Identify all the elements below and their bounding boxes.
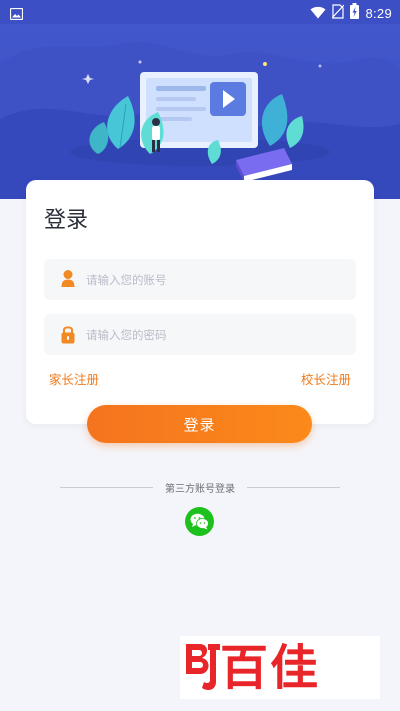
gallery-icon [9, 5, 24, 24]
password-field[interactable] [44, 314, 356, 355]
user-icon [61, 269, 75, 293]
page-title: 登录 [44, 208, 89, 233]
wifi-icon [310, 4, 326, 23]
bj-logo-icon [186, 644, 220, 690]
watermark-text: 百佳 [220, 640, 321, 696]
login-card: 登录 家长注册 校长注册 [26, 180, 374, 424]
hero-banner [0, 24, 400, 199]
hero-illustration [0, 24, 400, 199]
no-sim-icon [332, 3, 345, 23]
school-register-link[interactable]: 校长注册 [301, 369, 351, 388]
account-field[interactable] [44, 259, 356, 300]
account-input[interactable] [86, 259, 348, 300]
third-party-divider: 第三方账号登录 [60, 480, 340, 496]
password-input[interactable] [86, 314, 348, 355]
divider-line [247, 487, 340, 488]
status-icons: 8:29 [310, 3, 392, 23]
parent-register-link[interactable]: 家长注册 [49, 369, 99, 388]
status-bar: 8:29 [0, 0, 400, 24]
status-time: 8:29 [365, 5, 392, 21]
lock-icon [61, 324, 75, 348]
battery-charging-icon [350, 3, 360, 23]
login-button[interactable]: 登录 [87, 405, 312, 443]
wechat-login-button[interactable] [185, 507, 214, 536]
watermark-logo: 百佳 [180, 636, 380, 699]
